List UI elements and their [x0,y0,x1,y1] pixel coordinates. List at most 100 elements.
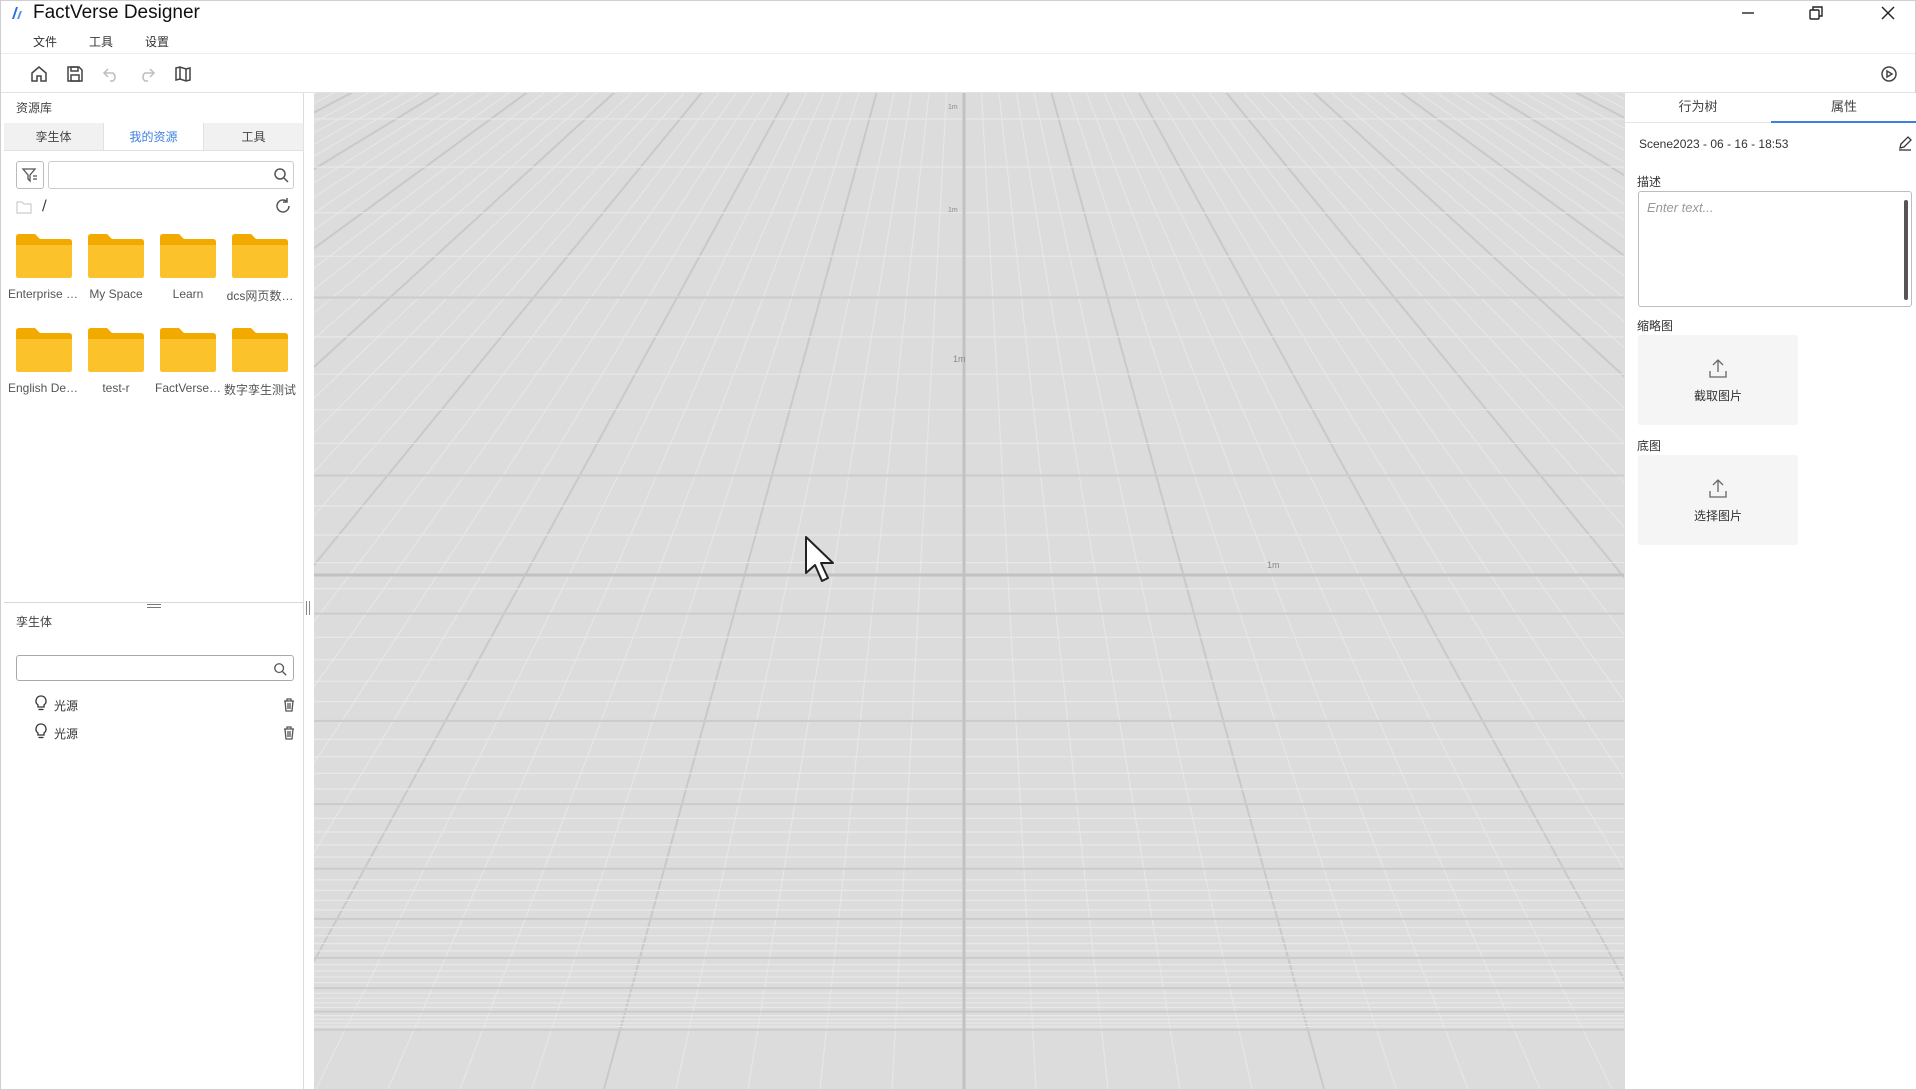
grid-line [1610,93,1624,100]
select-image-label: 选择图片 [1693,508,1742,523]
delete-icon[interactable] [282,697,296,716]
current-path: / [42,198,47,214]
folder-grid: Enterprise s… My Space Learn dcs网页数… Eng… [8,231,304,401]
undo-icon [102,68,116,82]
folder-label: FactVerse… [154,381,222,395]
grid-line [675,93,895,1089]
twin-list-item[interactable]: 光源 [34,691,296,719]
folder-item[interactable]: Learn [152,231,224,307]
grid-line [314,93,529,250]
menu-file[interactable]: 文件 [33,33,57,50]
folder-item[interactable]: My Space [80,231,152,307]
tab-tools[interactable]: 工具 [204,123,304,150]
description-input[interactable] [1639,192,1899,302]
grid-line [1470,93,1624,190]
grid-line [314,93,388,134]
grid-line [314,93,336,104]
grid-line [314,93,720,623]
edit-icon[interactable] [1897,135,1913,155]
resource-search-input[interactable] [49,162,264,188]
grid-line [314,93,318,95]
folder-item[interactable]: English Demo [8,325,80,401]
undo-button[interactable] [99,62,123,86]
toolbar [1,53,1915,93]
folder-item[interactable]: test-r [80,325,152,401]
resource-library-panel: 资源库 孪生体 我的资源 工具 / Enterprise s… My Space… [4,93,304,1089]
folder-item[interactable]: 数字孪生测试 [224,325,296,401]
grid-line [459,93,843,1089]
grid-line [314,93,580,314]
grid-line [1015,93,1181,1089]
grid-line [1312,93,1624,378]
grid-line [315,93,808,1089]
refresh-button[interactable] [274,197,292,219]
redo-icon [142,68,156,82]
scene-viewport[interactable]: 1m 1m 1m 1m [314,93,1624,1089]
grid-line [314,93,616,369]
grid-line [1592,93,1624,109]
folder-icon [16,328,72,372]
save-button[interactable] [63,62,87,86]
delete-icon[interactable] [282,725,296,744]
home-icon [31,66,47,82]
capture-image-button[interactable]: 截取图片 [1638,335,1798,425]
mouse-cursor-icon [805,536,834,582]
grid-line [980,93,1037,1089]
close-button[interactable] [1863,1,1913,25]
twin-search-input[interactable] [17,656,257,680]
folder-icon [160,328,216,372]
grid-distance-label: 1m [953,354,966,364]
grid-line [314,93,755,765]
tab-my-resources[interactable]: 我的资源 [104,123,204,150]
grid-line [314,93,371,124]
tab-properties[interactable]: 属性 [1771,93,1916,123]
grid-line [1505,93,1624,163]
vertical-splitter-grip-icon[interactable] [306,601,311,615]
twin-list-item[interactable]: 光源 [34,719,296,747]
grid-line [1365,93,1624,299]
play-icon [1881,66,1897,82]
panel-splitter[interactable] [4,602,304,603]
window-title: FactVerse Designer [33,2,200,23]
select-image-button[interactable]: 选择图片 [1638,455,1798,545]
tab-behavior-tree[interactable]: 行为树 [1625,93,1771,122]
capture-image-label: 截取图片 [1693,388,1742,403]
search-icon[interactable] [273,661,289,677]
grid-line [1418,93,1624,238]
folder-item[interactable]: dcs网页数… [224,231,296,307]
grid-line [1574,93,1624,119]
right-tabs: 行为树 属性 [1625,93,1916,123]
home-button[interactable] [27,62,51,86]
grid-line [314,93,738,688]
restore-button[interactable] [1791,1,1841,25]
search-icon[interactable] [273,167,289,183]
menu-settings[interactable]: 设置 [145,33,169,50]
base-map-label: 底图 [1637,439,1662,453]
grid-line [314,93,441,171]
grid-line [1190,93,1624,702]
menu-tools[interactable]: 工具 [89,33,113,50]
twin-search [16,655,294,681]
twin-list-caption: 孪生体 [16,615,53,629]
splitter-grip-icon[interactable] [147,604,161,610]
folder-item[interactable]: Enterprise s… [8,231,80,307]
thumbnail-label: 缩略图 [1637,319,1674,333]
folder-icon [232,328,288,372]
grid-line [314,93,633,400]
folder-label: 数字孪生测试 [224,383,296,397]
description-scrollbar[interactable] [1904,200,1908,300]
grid-line [314,93,964,1089]
grid-line [964,93,1624,1089]
play-button[interactable] [1877,62,1901,86]
redo-button[interactable] [135,62,159,86]
filter-button[interactable] [16,161,44,189]
tab-twins[interactable]: 孪生体 [4,123,104,150]
grid-line [314,93,545,269]
grid-line [314,93,685,517]
map-button[interactable] [171,62,195,86]
minimize-button[interactable] [1723,1,1773,25]
bulb-icon [34,723,48,743]
grid-line [891,93,948,1089]
folder-item[interactable]: FactVerse… [152,325,224,401]
grid-line [1487,93,1624,177]
